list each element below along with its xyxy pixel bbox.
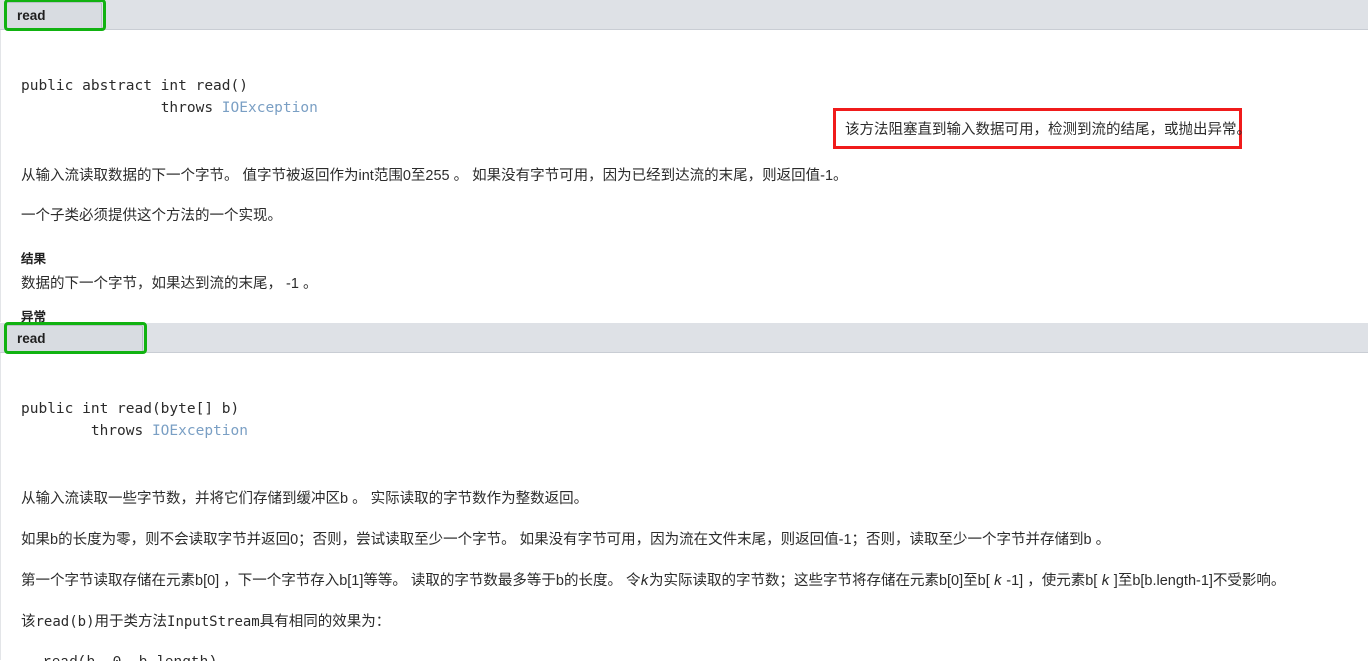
method-section-read-bytearray: read public int read(byte[] b) throws IO… <box>0 322 1368 661</box>
method-tab-read-1[interactable]: read <box>6 2 102 28</box>
signature-exception-link[interactable]: IOException <box>222 100 318 116</box>
section-header-bar-2: read <box>0 322 1368 354</box>
method-tab-read-2[interactable]: read <box>6 325 143 351</box>
signature-throws-keyword: throws <box>90 423 152 439</box>
description-paragraph-2c: 第一个字节读取存储在元素b[0] ，下一个字节存入b[1]等等。 读取的字节数最… <box>21 570 1368 592</box>
section-body-1: public abstract int read() throws IOExce… <box>0 30 1368 350</box>
returns-heading-1: 结果 <box>21 252 47 266</box>
description-paragraph-2a: 从输入流读取一些字节数，并将它们存储到缓冲区b 。 实际读取的字节数作为整数返回… <box>21 491 589 507</box>
signature-declaration: public int read(byte[] b) <box>21 401 240 417</box>
section-header-bar: read <box>0 0 1368 31</box>
para3-part-b: 为实际读取的字节数；这些字节将存储在元素b[0]至b[ <box>648 573 994 589</box>
annotation-box-1: 该方法阻塞直到输入数据可用，检测到流的结尾，或抛出异常。 <box>833 108 1251 149</box>
section-body-2: public int read(byte[] b) throws IOExcep… <box>0 353 1368 661</box>
signature-exception-link[interactable]: IOException <box>152 423 248 439</box>
description-paragraph-2d: 该read(b)用于类方法InputStream具有相同的效果为： <box>21 611 1368 633</box>
variable-k-3: k <box>1101 573 1110 589</box>
description-paragraph-1b: 一个子类必须提供这个方法的一个实现。 <box>21 208 282 224</box>
para4-part-a: 该 <box>21 614 36 630</box>
inline-code-read-b: read(b) <box>35 614 95 630</box>
para3-part-d: ]至b[b.length-1]不受影响。 <box>1109 573 1286 589</box>
method-section-read-noargs: read public abstract int read() throws I… <box>0 0 1368 350</box>
method-signature-2: public int read(byte[] b) throws IOExcep… <box>21 353 1368 464</box>
code-sample-2: read(b, 0, b.length) <box>21 652 1368 661</box>
para4-part-c: 具有相同的效果为： <box>259 614 391 630</box>
description-paragraph-1a: 从输入流读取数据的下一个字节。 值字节被返回作为int范围0至255 。 如果没… <box>21 168 848 184</box>
variable-k-2: k <box>993 573 1003 589</box>
documentation-page: read public abstract int read() throws I… <box>0 0 1368 661</box>
method-tab-label: read <box>17 331 46 346</box>
returns-text-1: 数据的下一个字节，如果达到流的末尾， -1 。 <box>21 276 318 292</box>
inline-code-inputstream: InputStream <box>167 614 260 630</box>
signature-declaration: public abstract int read() <box>21 78 248 94</box>
para4-part-b: 用于类方法 <box>94 614 168 630</box>
signature-indent <box>21 423 91 439</box>
variable-k-1: k <box>640 573 649 589</box>
para3-part-a: 第一个字节读取存储在元素b[0] ，下一个字节存入b[1]等等。 读取的字节数最… <box>21 573 641 589</box>
signature-throws-keyword: throws <box>160 100 222 116</box>
method-tab-label: read <box>17 8 46 23</box>
para3-part-c: -1] ，使元素b[ <box>1002 573 1102 589</box>
description-paragraph-2b: 如果b的长度为零，则不会读取字节并返回0；否则，尝试读取至少一个字节。 如果没有… <box>21 532 1111 548</box>
signature-indent <box>21 100 161 116</box>
annotation-text-1: 该方法阻塞直到输入数据可用，检测到流的结尾，或抛出异常。 <box>845 122 1251 138</box>
